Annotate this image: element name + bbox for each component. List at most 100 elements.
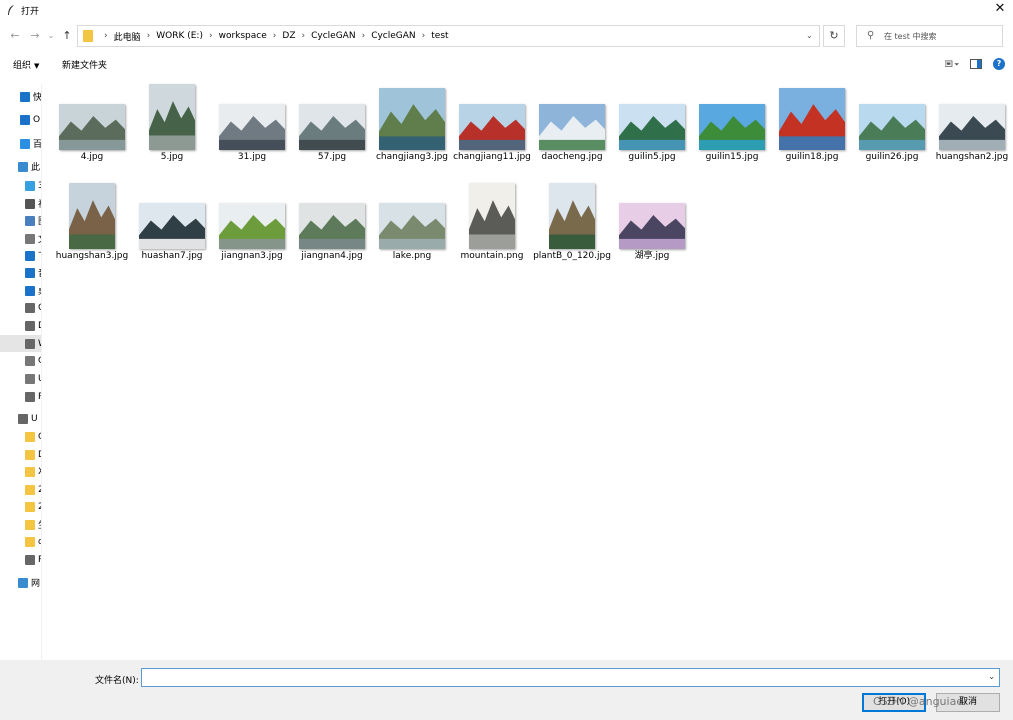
filename-combobox[interactable]: ⌄ bbox=[141, 668, 1000, 687]
new-folder-button[interactable]: 新建文件夹 bbox=[62, 58, 107, 71]
back-button[interactable]: ← bbox=[8, 29, 22, 43]
forward-button[interactable]: → bbox=[28, 29, 42, 43]
sidebar-item[interactable]: 桌 bbox=[0, 282, 41, 299]
breadcrumb-item[interactable]: test bbox=[431, 31, 448, 41]
breadcrumb-item[interactable]: CycleGAN bbox=[371, 31, 415, 41]
file-item[interactable]: huangshan3.jpg bbox=[52, 181, 132, 279]
sidebar-item[interactable]: C bbox=[0, 428, 41, 445]
sidebar-item[interactable]: D bbox=[0, 317, 41, 334]
breadcrumb-separator[interactable]: › bbox=[209, 31, 213, 41]
breadcrumb-separator[interactable]: › bbox=[302, 31, 306, 41]
file-item[interactable]: huashan7.jpg bbox=[132, 181, 212, 279]
sidebar-item-label: 2 bbox=[38, 502, 41, 512]
file-item[interactable]: jiangnan4.jpg bbox=[292, 181, 372, 279]
sidebar-item[interactable]: 百 bbox=[0, 135, 41, 152]
file-item[interactable]: 5.jpg bbox=[132, 82, 212, 180]
search-input[interactable] bbox=[884, 29, 994, 43]
file-item[interactable]: 湖亭.jpg bbox=[612, 181, 692, 279]
file-item[interactable]: jiangnan3.jpg bbox=[212, 181, 292, 279]
file-item[interactable]: plantB_0_120.jpg bbox=[532, 181, 612, 279]
file-item[interactable]: guilin15.jpg bbox=[692, 82, 772, 180]
navigation-pane: 快O百此3视图文下音桌CDWCURUCDX22生dR网 bbox=[0, 84, 42, 660]
sidebar-item-label: D bbox=[38, 450, 41, 460]
desktop-icon bbox=[25, 285, 35, 296]
up-button[interactable]: ↑ bbox=[60, 29, 74, 43]
breadcrumb-separator[interactable]: › bbox=[104, 31, 108, 41]
preview-pane-button[interactable] bbox=[969, 58, 983, 70]
sidebar-item[interactable]: R bbox=[0, 388, 41, 405]
breadcrumb-item[interactable]: 此电脑 bbox=[114, 30, 141, 43]
address-bar[interactable]: › 此电脑 › WORK (E:) › workspace › DZ › CycleGAN › Cyc… bbox=[77, 25, 820, 47]
breadcrumb-separator[interactable]: › bbox=[147, 31, 151, 41]
sidebar-item[interactable]: O bbox=[0, 111, 41, 128]
organize-label: 组织 bbox=[13, 61, 32, 71]
breadcrumb-item[interactable]: workspace bbox=[219, 31, 267, 41]
breadcrumb-item[interactable]: WORK (E:) bbox=[156, 31, 203, 41]
sidebar-item[interactable]: 快 bbox=[0, 88, 41, 105]
breadcrumb-item[interactable]: CycleGAN bbox=[311, 31, 355, 41]
file-thumbnail bbox=[52, 181, 132, 249]
sidebar-item[interactable]: 下 bbox=[0, 247, 41, 264]
sidebar-item-label: 下 bbox=[38, 249, 41, 262]
sidebar-item[interactable]: C bbox=[0, 299, 41, 316]
sidebar-item[interactable]: C bbox=[0, 352, 41, 369]
sidebar-item[interactable]: 音 bbox=[0, 264, 41, 281]
sidebar-item[interactable]: d bbox=[0, 533, 41, 550]
breadcrumb-separator[interactable]: › bbox=[273, 31, 277, 41]
sidebar-item[interactable]: 文 bbox=[0, 230, 41, 247]
sidebar-item[interactable]: 生 bbox=[0, 516, 41, 533]
file-name: mountain.png bbox=[460, 251, 524, 261]
cube-icon bbox=[25, 180, 35, 191]
sidebar-item[interactable]: 此 bbox=[0, 158, 41, 175]
sidebar-item[interactable]: W bbox=[0, 335, 41, 352]
breadcrumb-separator[interactable]: › bbox=[422, 31, 426, 41]
file-item[interactable]: changjiang3.jpg bbox=[372, 82, 452, 180]
chevron-down-icon[interactable]: ⌄ bbox=[806, 31, 813, 40]
sidebar-item[interactable]: 2 bbox=[0, 481, 41, 498]
recent-locations-button[interactable]: ⌄ bbox=[44, 29, 58, 43]
file-thumbnail bbox=[852, 82, 932, 150]
file-item[interactable]: 57.jpg bbox=[292, 82, 372, 180]
file-item[interactable]: 4.jpg bbox=[52, 82, 132, 180]
sidebar-item[interactable]: R bbox=[0, 551, 41, 568]
file-item[interactable]: guilin5.jpg bbox=[612, 82, 692, 180]
help-icon[interactable]: ? bbox=[993, 58, 1005, 70]
filename-input[interactable] bbox=[146, 671, 976, 684]
close-button[interactable]: ✕ bbox=[993, 2, 1007, 16]
breadcrumb: › 此电脑 › WORK (E:) › workspace › DZ › CycleGAN › Cyc… bbox=[98, 26, 449, 46]
sidebar-item[interactable]: U bbox=[0, 410, 41, 427]
file-item[interactable]: lake.png bbox=[372, 181, 452, 279]
file-item[interactable]: daocheng.jpg bbox=[532, 82, 612, 180]
breadcrumb-separator[interactable]: › bbox=[362, 31, 366, 41]
sidebar-item[interactable]: U bbox=[0, 370, 41, 387]
sidebar-item[interactable]: X bbox=[0, 463, 41, 480]
file-item[interactable]: huangshan2.jpg bbox=[932, 82, 1012, 180]
sidebar-item-label: W bbox=[38, 339, 41, 349]
file-name: guilin5.jpg bbox=[628, 152, 676, 162]
view-controls: ? bbox=[945, 56, 1005, 72]
file-item[interactable]: changjiang11.jpg bbox=[452, 82, 532, 180]
sidebar-item[interactable]: 图 bbox=[0, 212, 41, 229]
sidebar-item[interactable]: 2 bbox=[0, 498, 41, 515]
file-name: 湖亭.jpg bbox=[634, 251, 670, 261]
sidebar-item-label: 此 bbox=[31, 163, 41, 173]
sidebar-item[interactable]: 视 bbox=[0, 195, 41, 212]
file-item[interactable]: mountain.png bbox=[452, 181, 532, 279]
search-box[interactable]: ⚲ bbox=[856, 25, 1003, 47]
view-mode-button[interactable] bbox=[945, 58, 959, 70]
sidebar-item-label: U bbox=[38, 374, 41, 384]
file-item[interactable]: 31.jpg bbox=[212, 82, 292, 180]
refresh-button[interactable]: ↻ bbox=[823, 25, 845, 47]
preview-pane-icon bbox=[970, 59, 982, 69]
organize-button[interactable]: 组织 ▼ bbox=[13, 58, 39, 71]
window-title: 打开 bbox=[21, 7, 40, 17]
chevron-down-icon[interactable]: ⌄ bbox=[988, 672, 995, 681]
file-item[interactable]: guilin18.jpg bbox=[772, 82, 852, 180]
sidebar-item[interactable]: D bbox=[0, 446, 41, 463]
sidebar-item[interactable]: 网 bbox=[0, 574, 41, 591]
file-item[interactable]: guilin26.jpg bbox=[852, 82, 932, 180]
sidebar-item[interactable]: 3 bbox=[0, 177, 41, 194]
breadcrumb-item[interactable]: DZ bbox=[282, 31, 295, 41]
file-name: changjiang3.jpg bbox=[375, 152, 449, 162]
file-name: daocheng.jpg bbox=[541, 152, 603, 162]
